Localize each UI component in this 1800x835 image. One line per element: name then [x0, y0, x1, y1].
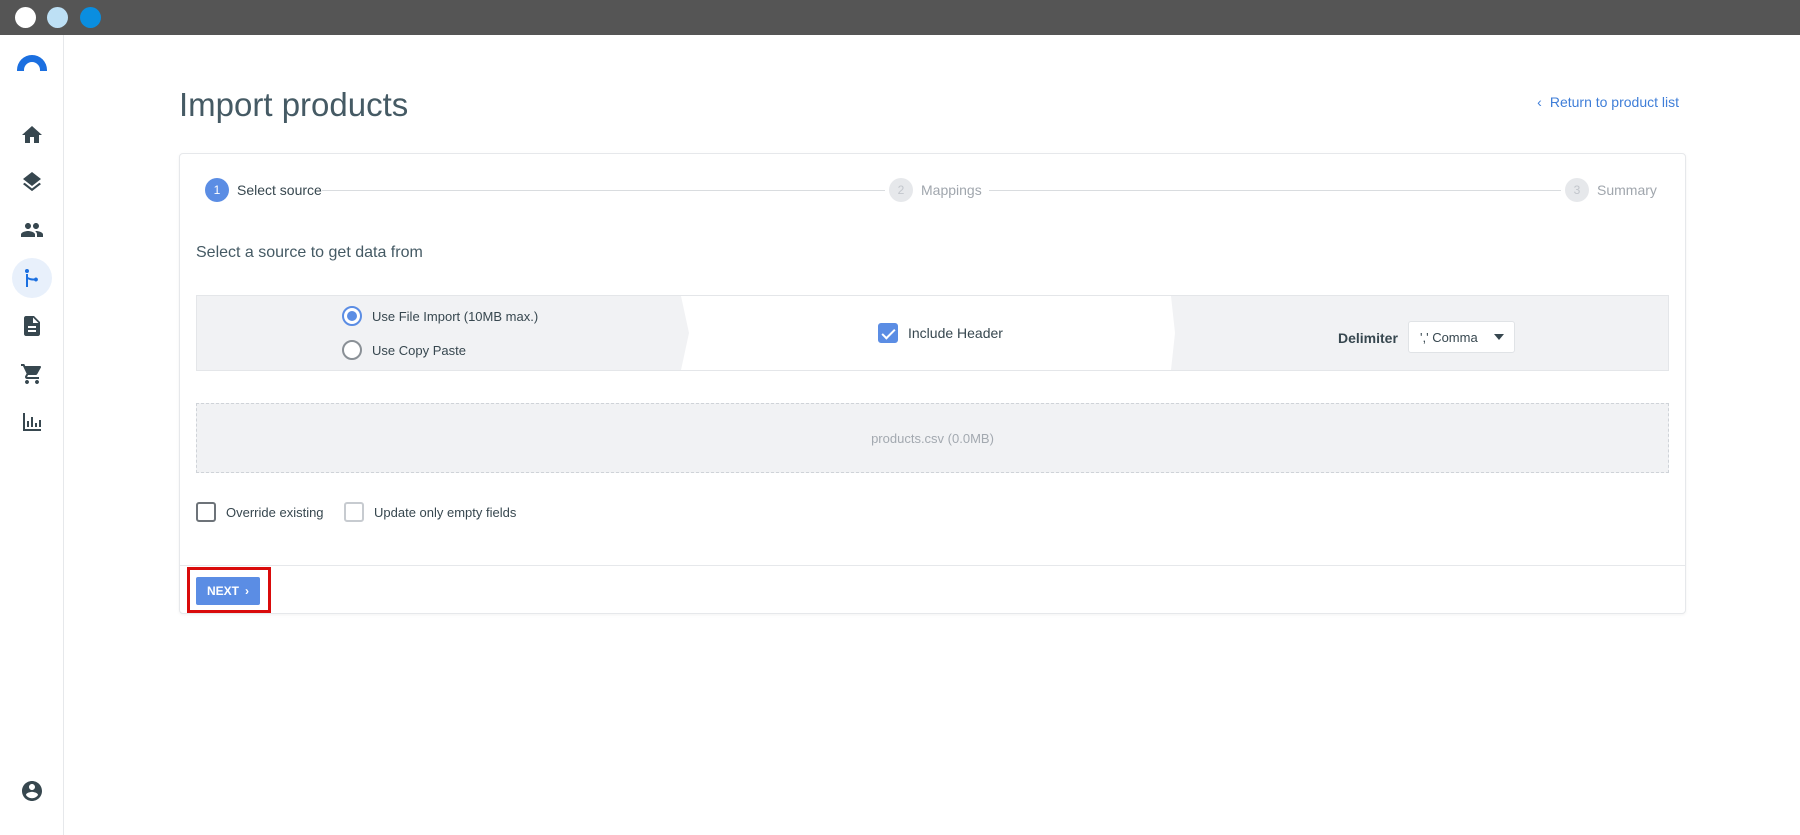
override-existing-checkbox[interactable]: Override existing: [196, 502, 324, 522]
layers-icon: [23, 172, 41, 192]
radio-label: Use File Import (10MB max.): [372, 308, 539, 324]
checkbox[interactable]: [344, 502, 364, 522]
document-icon: [24, 316, 40, 336]
step-mappings[interactable]: 2 Mappings: [889, 178, 982, 202]
include-header-checkbox[interactable]: Include Header: [878, 323, 1003, 343]
window-maximize-dot[interactable]: [80, 7, 101, 28]
sidebar: [0, 35, 64, 835]
step-connector: [989, 190, 1561, 191]
radio-button[interactable]: [342, 306, 362, 326]
step-number: 2: [889, 178, 913, 202]
delimiter-value: ',' Comma: [1420, 329, 1478, 345]
window-close-dot[interactable]: [15, 7, 36, 28]
merge-icon: [24, 269, 38, 287]
account-circle-icon: [22, 781, 42, 801]
bar-chart-icon: [23, 413, 41, 431]
radio-label: Use Copy Paste: [372, 342, 466, 358]
app-logo[interactable]: [17, 55, 47, 71]
return-link-label: Return to product list: [1549, 94, 1679, 110]
checkbox-label: Override existing: [226, 504, 324, 520]
source-heading: Select a source to get data from: [196, 244, 423, 261]
window-title-bar: [0, 0, 1800, 35]
checkbox-label: Update only empty fields: [374, 504, 517, 520]
sidebar-item-customers[interactable]: [12, 210, 52, 250]
checkbox[interactable]: [878, 323, 898, 343]
step-summary[interactable]: 3 Summary: [1565, 178, 1657, 202]
delimiter-select[interactable]: ',' Comma: [1408, 321, 1515, 353]
card-footer: NEXT ›: [180, 565, 1685, 613]
update-only-empty-checkbox[interactable]: Update only empty fields: [344, 502, 516, 522]
people-icon: [21, 223, 43, 237]
sidebar-item-catalog[interactable]: [12, 162, 52, 202]
checkbox[interactable]: [196, 502, 216, 522]
source-options-band: Use File Import (10MB max.) Use Copy Pas…: [196, 295, 1669, 371]
sidebar-item-home[interactable]: [12, 115, 52, 155]
stepper: 1 Select source 2 Mappings 3 Summary: [205, 178, 1657, 204]
sidebar-item-account[interactable]: [12, 771, 52, 811]
import-card: 1 Select source 2 Mappings 3 Summary Sel…: [179, 153, 1686, 614]
return-to-product-list-link[interactable]: ‹ Return to product list: [1537, 94, 1679, 110]
sidebar-item-reports[interactable]: [12, 402, 52, 442]
chevron-right-icon: ›: [245, 584, 249, 598]
window-minimize-dot[interactable]: [47, 7, 68, 28]
sidebar-item-orders[interactable]: [12, 354, 52, 394]
step-label: Select source: [237, 182, 322, 198]
sidebar-item-integrations[interactable]: [12, 258, 52, 298]
sidebar-item-documents[interactable]: [12, 306, 52, 346]
selected-file-label: products.csv (0.0MB): [871, 430, 994, 446]
chevron-left-icon: ‹: [1537, 94, 1542, 110]
step-select-source[interactable]: 1 Select source: [205, 178, 322, 202]
step-connector: [322, 190, 885, 191]
radio-button[interactable]: [342, 340, 362, 360]
step-number: 3: [1565, 178, 1589, 202]
step-number: 1: [205, 178, 229, 202]
caret-down-icon: [1494, 334, 1504, 340]
file-dropzone[interactable]: products.csv (0.0MB): [196, 403, 1669, 473]
radio-copy-paste[interactable]: Use Copy Paste: [342, 340, 466, 360]
delimiter-label: Delimiter: [1338, 330, 1398, 346]
home-icon: [22, 126, 42, 143]
next-button-label: NEXT: [206, 584, 239, 598]
checkbox-label: Include Header: [908, 325, 1003, 341]
next-button[interactable]: NEXT ›: [196, 577, 260, 605]
page-title: Import products: [179, 86, 409, 123]
step-label: Summary: [1597, 182, 1657, 198]
cart-icon: [21, 364, 42, 384]
radio-file-import[interactable]: Use File Import (10MB max.): [342, 306, 538, 326]
step-label: Mappings: [921, 182, 982, 198]
